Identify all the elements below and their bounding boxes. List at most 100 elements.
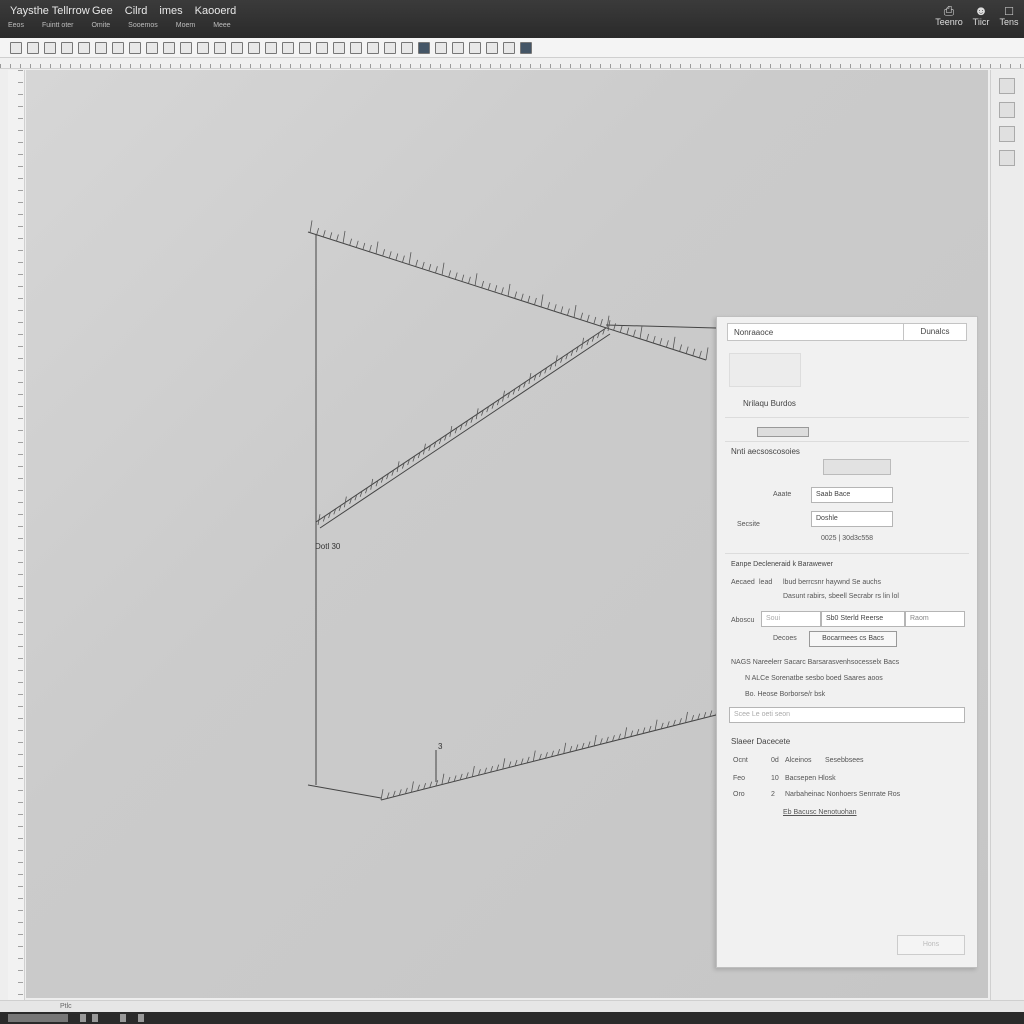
text-icon[interactable] bbox=[248, 41, 260, 54]
panel-header: Nonraaoce Dunalcs bbox=[727, 323, 967, 341]
scale-icon[interactable] bbox=[316, 41, 328, 54]
copy-icon[interactable] bbox=[95, 41, 107, 54]
menu-item-3[interactable]: imes bbox=[159, 5, 182, 17]
right-tool-strip bbox=[990, 70, 1023, 1000]
submenu-item-4[interactable]: Sooemos bbox=[128, 22, 158, 29]
properties-icon[interactable] bbox=[520, 41, 532, 54]
palette-icon[interactable] bbox=[999, 78, 1015, 94]
rotate-icon[interactable] bbox=[299, 41, 311, 54]
section-title: Nrilaqu Burdos bbox=[743, 399, 796, 408]
user-icon: ☻ bbox=[974, 3, 988, 18]
tools-icon[interactable] bbox=[999, 150, 1015, 166]
cut-icon[interactable] bbox=[78, 41, 90, 54]
status-bar: Ptlc bbox=[0, 1000, 1024, 1012]
mirror-icon[interactable] bbox=[333, 41, 345, 54]
array-icon[interactable] bbox=[401, 41, 413, 54]
coordinate-readout: 0025 | 30d3c558 bbox=[821, 535, 874, 542]
title-bar: Yaysthe Tellrrow Gee Cilrd imes Kaooerd … bbox=[0, 0, 1024, 38]
menu-item-2[interactable]: Cilrd bbox=[125, 5, 148, 17]
bottom-left-line bbox=[307, 784, 382, 799]
open-icon[interactable] bbox=[27, 41, 39, 54]
user-label: Tiicr bbox=[972, 17, 990, 27]
submenu-item-3[interactable]: Omite bbox=[91, 22, 110, 29]
rectangle-icon[interactable] bbox=[180, 41, 192, 54]
status-text: Ptlc bbox=[60, 1003, 72, 1010]
divider bbox=[725, 417, 969, 418]
list-item-num: Ocnt bbox=[733, 757, 748, 764]
save-icon[interactable] bbox=[44, 41, 56, 54]
offset-icon[interactable] bbox=[384, 41, 396, 54]
divider bbox=[725, 441, 969, 442]
arc-icon[interactable] bbox=[214, 41, 226, 54]
taskbar-app-button[interactable] bbox=[8, 1014, 68, 1022]
printer-icon: ⎙ bbox=[943, 3, 955, 18]
ortho-icon[interactable] bbox=[469, 41, 481, 54]
line-icon[interactable] bbox=[163, 41, 175, 54]
color-swatch[interactable] bbox=[757, 427, 809, 437]
toolbar bbox=[0, 38, 1024, 58]
grid-icon[interactable] bbox=[452, 41, 464, 54]
window-icon: □ bbox=[1005, 3, 1013, 18]
circle-icon[interactable] bbox=[197, 41, 209, 54]
menu-item-4[interactable]: Kaooerd bbox=[195, 5, 237, 17]
properties-panel: Nonraaoce Dunalcs Nrilaqu Burdos Nnti ae… bbox=[716, 316, 978, 968]
window-label: Tens bbox=[999, 17, 1019, 27]
zoom-icon[interactable] bbox=[486, 41, 498, 54]
snap-icon[interactable] bbox=[435, 41, 447, 54]
search-value-field[interactable]: Sb0 Sterld Reerse bbox=[821, 611, 905, 627]
footer-link[interactable]: Eb Bacusc Nenotuohan bbox=[783, 809, 857, 816]
diagonal-line-2 bbox=[319, 333, 611, 529]
app-title: Yaysthe Tellrrow bbox=[10, 5, 90, 17]
pan-icon[interactable] bbox=[503, 41, 515, 54]
submenu-item-2[interactable]: Fuintt oter bbox=[42, 22, 74, 29]
subheading: Nnti aecsoscosoies bbox=[731, 447, 800, 456]
hatch-icon[interactable] bbox=[265, 41, 277, 54]
trim-icon[interactable] bbox=[350, 41, 362, 54]
list-item-name: Bacsepen Hlosk bbox=[785, 775, 836, 782]
list-item-icon: 2 bbox=[771, 791, 775, 798]
blocks-icon[interactable] bbox=[999, 126, 1015, 142]
print-icon[interactable] bbox=[61, 41, 73, 54]
swatch-preview bbox=[823, 459, 891, 475]
printer-button[interactable]: ⎙ Teenro bbox=[934, 4, 964, 27]
submenu-item-5[interactable]: Moem bbox=[176, 22, 195, 29]
move-icon[interactable] bbox=[282, 41, 294, 54]
taskbar-icon[interactable] bbox=[92, 1014, 98, 1022]
taskbar-icon[interactable] bbox=[138, 1014, 144, 1022]
row-subtext: Dasunt rabirs, sbeell Secrabr rs lin lol bbox=[783, 593, 899, 600]
list-item-value: Sesebbsees bbox=[825, 757, 864, 764]
panel-tab[interactable]: Dunalcs bbox=[903, 324, 966, 340]
redo-icon[interactable] bbox=[146, 41, 158, 54]
window-button[interactable]: □ Tens bbox=[994, 4, 1024, 27]
user-button[interactable]: ☻ Tiicr bbox=[966, 4, 996, 27]
layer-icon[interactable] bbox=[418, 41, 430, 54]
style-sub-field[interactable]: Doshle bbox=[811, 511, 893, 527]
style-field[interactable]: Saab Bace bbox=[811, 487, 893, 503]
search-right-field[interactable]: Raom bbox=[905, 611, 965, 627]
submenu-item-1[interactable]: Eeos bbox=[8, 22, 24, 29]
submenu-item-6[interactable]: Meee bbox=[213, 22, 231, 29]
row-label: Aecaed bbox=[731, 579, 755, 586]
horizontal-ruler bbox=[0, 58, 1024, 69]
extend-icon[interactable] bbox=[367, 41, 379, 54]
dimension-icon[interactable] bbox=[231, 41, 243, 54]
top-right-line bbox=[605, 324, 717, 329]
action-button[interactable]: Bocarmees cs Bacs bbox=[809, 631, 897, 647]
notes-input[interactable]: Scee Le oeti seon bbox=[729, 707, 965, 723]
paste-icon[interactable] bbox=[112, 41, 124, 54]
drawing-marker-label: 3 bbox=[438, 742, 443, 751]
undo-icon[interactable] bbox=[129, 41, 141, 54]
layers-icon[interactable] bbox=[999, 102, 1015, 118]
menu-item-1[interactable]: Gee bbox=[92, 5, 113, 17]
ok-button[interactable]: Hons bbox=[897, 935, 965, 955]
taskbar-icon[interactable] bbox=[120, 1014, 126, 1022]
taskbar-icon[interactable] bbox=[80, 1014, 86, 1022]
drawing-label: Dotl 30 bbox=[315, 542, 341, 551]
printer-label: Teenro bbox=[935, 17, 963, 27]
list-title: Slaeer Dacecete bbox=[731, 737, 791, 746]
search-label: Aboscu bbox=[731, 617, 755, 624]
taskbar bbox=[0, 1012, 1024, 1024]
submenu-bar: Eeos Fuintt oter Omite Sooemos Moem Meee bbox=[8, 22, 231, 29]
new-icon[interactable] bbox=[10, 41, 22, 54]
search-input[interactable]: Soui bbox=[761, 611, 821, 627]
